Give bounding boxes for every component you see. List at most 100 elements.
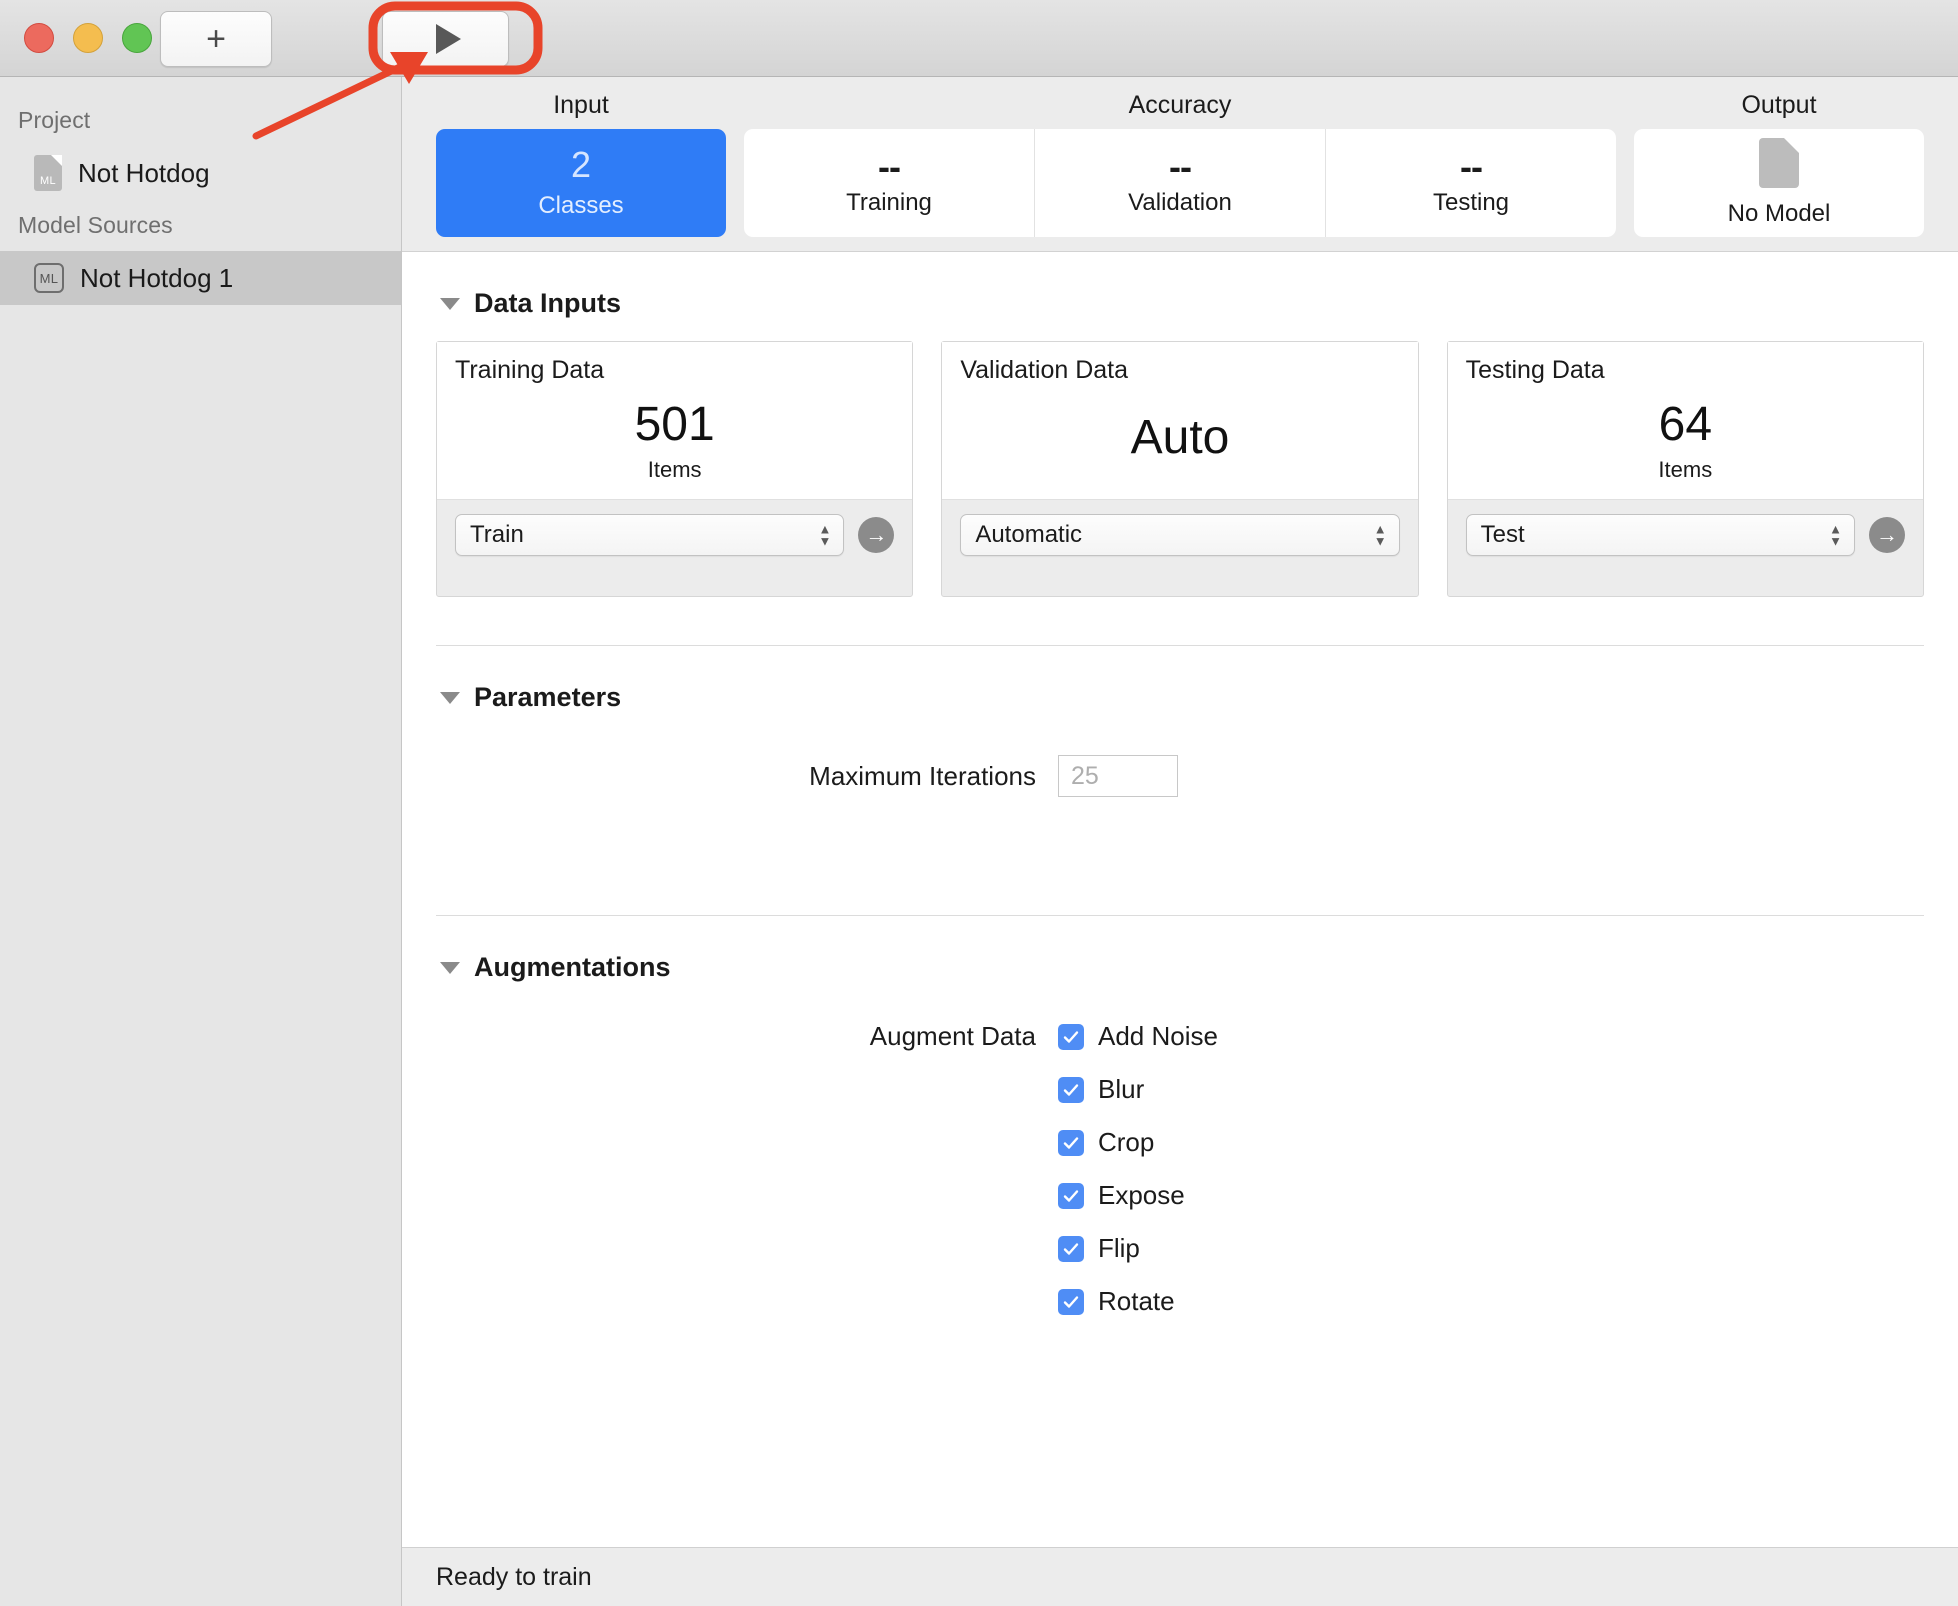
- arrow-right-icon: →: [865, 522, 888, 547]
- checkbox-blur[interactable]: [1058, 1076, 1084, 1103]
- section-header-data-inputs[interactable]: Data Inputs: [436, 288, 1924, 319]
- checkbox-crop[interactable]: [1058, 1129, 1084, 1156]
- chevron-down-icon[interactable]: [440, 961, 460, 974]
- checkbox-label: Flip: [1098, 1233, 1140, 1263]
- chevron-down-icon[interactable]: [440, 691, 460, 704]
- data-input-cards: Training Data 501 Items Train ▲ ▼ → Vali…: [436, 341, 1924, 597]
- data-card-value: 501: [634, 398, 715, 451]
- maximum-iterations-input[interactable]: 25: [1058, 755, 1178, 797]
- coreml-create-ml-window: + Project ML Not Hotdog Model Sources ML…: [0, 0, 1958, 1606]
- metrics-title-output: Output: [1741, 90, 1817, 119]
- metric-card-validation[interactable]: -- Validation: [1035, 129, 1326, 237]
- checkbox-label: Expose: [1098, 1180, 1185, 1210]
- train-play-button[interactable]: [382, 11, 509, 67]
- arrow-right-icon: →: [1875, 522, 1898, 547]
- section-header-augmentations[interactable]: Augmentations: [436, 952, 1924, 983]
- reveal-testing-data-button[interactable]: →: [1868, 517, 1905, 553]
- add-model-source-button[interactable]: +: [160, 11, 272, 67]
- augmentation-row: Flip: [636, 1233, 1924, 1264]
- metric-card-classes[interactable]: 2 Classes: [436, 129, 726, 237]
- section-divider-parameters: [436, 645, 1924, 646]
- close-window-button[interactable]: [24, 23, 54, 53]
- checkbox-flip[interactable]: [1058, 1235, 1084, 1262]
- metric-value: --: [1169, 145, 1192, 187]
- plus-icon: +: [206, 19, 226, 58]
- sidebar-item-not-hotdog[interactable]: ML Not Hotdog: [0, 146, 401, 200]
- validation-data-select[interactable]: Automatic ▲ ▼: [960, 514, 1400, 556]
- no-model-document-icon: [1759, 138, 1799, 188]
- sidebar-item-label: Not Hotdog: [78, 157, 210, 188]
- main-panel: Input Accuracy Output 2 Classes -- Train…: [402, 77, 1958, 1606]
- checkbox-add-noise[interactable]: [1058, 1023, 1084, 1050]
- checkbox-rotate[interactable]: [1058, 1288, 1084, 1315]
- sidebar-item-label: Not Hotdog 1: [80, 262, 234, 293]
- reveal-training-data-button[interactable]: →: [858, 517, 895, 553]
- settings-content: Data Inputs Training Data 501 Items Trai…: [402, 252, 1958, 1547]
- augmentation-row: Rotate: [636, 1286, 1924, 1317]
- data-card-validation: Validation Data Auto Automatic ▲ ▼: [941, 341, 1419, 597]
- stepper-icon[interactable]: ▲ ▼: [1374, 523, 1387, 548]
- data-card-title: Training Data: [455, 356, 605, 384]
- window-titlebar: +: [0, 0, 1958, 77]
- checkbox-label: Rotate: [1098, 1286, 1175, 1316]
- stepper-icon[interactable]: ▲ ▼: [818, 523, 831, 548]
- augmentation-options: Augment Data Add Noise Blur Crop Expose …: [436, 1021, 1924, 1317]
- ml-document-icon: ML: [34, 155, 62, 191]
- data-card-units: Items: [647, 457, 702, 482]
- status-bar: Ready to train: [402, 1547, 1958, 1606]
- section-title: Augmentations: [474, 952, 671, 982]
- data-card-title: Validation Data: [960, 356, 1129, 384]
- select-value: Train: [470, 521, 524, 548]
- metric-card-testing[interactable]: -- Testing: [1326, 129, 1616, 237]
- metrics-strip: Input Accuracy Output 2 Classes -- Train…: [402, 77, 1958, 252]
- metric-label: No Model: [1727, 200, 1831, 227]
- section-header-parameters[interactable]: Parameters: [436, 682, 1924, 713]
- augmentation-row: Crop: [636, 1127, 1924, 1158]
- check-icon: [1063, 1295, 1079, 1308]
- check-icon: [1063, 1083, 1079, 1096]
- section-title: Parameters: [474, 682, 622, 712]
- check-icon: [1063, 1136, 1079, 1149]
- testing-data-select[interactable]: Test ▲ ▼: [1465, 514, 1855, 556]
- sidebar-section-header-model-sources: Model Sources: [18, 212, 173, 238]
- data-card-training: Training Data 501 Items Train ▲ ▼ →: [436, 341, 914, 597]
- minimize-window-button[interactable]: [73, 23, 103, 53]
- check-icon: [1063, 1242, 1079, 1255]
- checkbox-label: Blur: [1098, 1074, 1145, 1104]
- traffic-light-controls: [24, 23, 152, 53]
- select-value: Automatic: [975, 521, 1083, 548]
- data-card-title: Testing Data: [1465, 356, 1605, 384]
- metrics-cards: 2 Classes -- Training -- Validation -- T…: [402, 129, 1958, 237]
- metric-card-output[interactable]: No Model: [1634, 129, 1924, 237]
- sidebar-item-not-hotdog-1[interactable]: ML Not Hotdog 1: [0, 251, 401, 305]
- sidebar: Project ML Not Hotdog Model Sources ML N…: [0, 77, 402, 1606]
- metric-card-group-accuracy: -- Training -- Validation -- Testing: [744, 129, 1616, 237]
- section-title: Data Inputs: [474, 288, 622, 318]
- augmentation-row: Expose: [636, 1180, 1924, 1211]
- metric-label: Classes: [538, 191, 624, 219]
- check-icon: [1063, 1030, 1079, 1043]
- metrics-title-accuracy: Accuracy: [1128, 90, 1232, 119]
- parameter-row-maximum-iterations: Maximum Iterations 25: [436, 755, 1924, 797]
- metric-label: Testing: [1432, 189, 1510, 217]
- sidebar-section-header-project: Project: [18, 107, 91, 133]
- status-text: Ready to train: [436, 1562, 592, 1591]
- stepper-icon[interactable]: ▲ ▼: [1829, 523, 1842, 548]
- metrics-group-titles: Input Accuracy Output: [402, 77, 1958, 129]
- augmentation-row: Blur: [636, 1074, 1924, 1105]
- checkbox-label: Add Noise: [1098, 1021, 1218, 1051]
- checkbox-expose[interactable]: [1058, 1182, 1084, 1209]
- window-body: Project ML Not Hotdog Model Sources ML N…: [0, 77, 1958, 1606]
- ml-badge-icon: ML: [34, 263, 64, 293]
- metrics-title-input: Input: [553, 90, 609, 119]
- training-data-select[interactable]: Train ▲ ▼: [455, 514, 845, 556]
- maximum-iterations-label: Maximum Iterations: [809, 760, 1036, 791]
- play-icon: [435, 24, 461, 54]
- zoom-window-button[interactable]: [122, 23, 152, 53]
- augmentation-row: Augment Data Add Noise: [636, 1021, 1924, 1052]
- chevron-down-icon[interactable]: [440, 297, 460, 310]
- augment-data-label: Augment Data: [869, 1021, 1036, 1051]
- checkbox-label: Crop: [1098, 1127, 1155, 1157]
- metric-card-training[interactable]: -- Training: [744, 129, 1035, 237]
- select-value: Test: [1480, 521, 1525, 548]
